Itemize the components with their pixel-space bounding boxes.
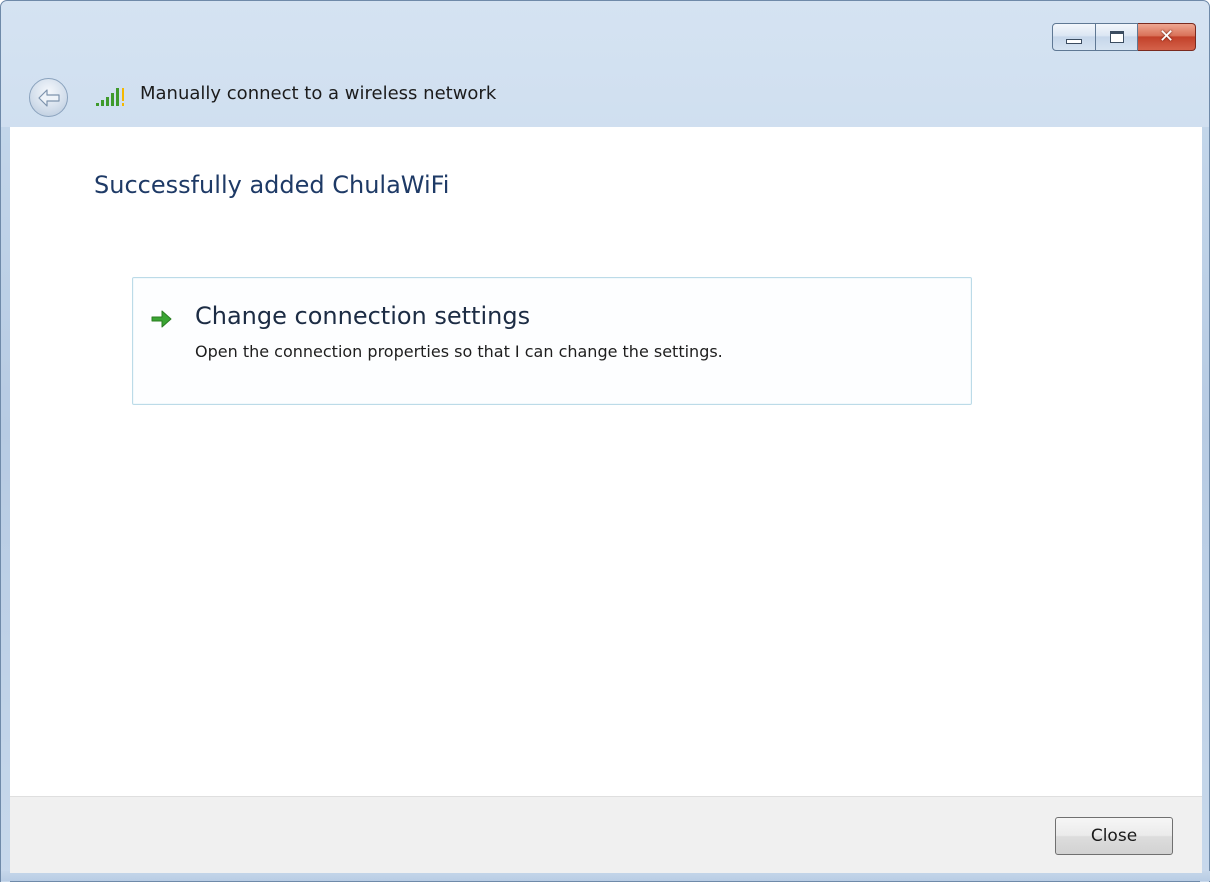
wireless-signal-icon <box>96 88 124 106</box>
back-button[interactable] <box>29 78 68 117</box>
window-close-button[interactable]: ✕ <box>1138 23 1196 51</box>
change-connection-settings-link[interactable]: Change connection settings Open the conn… <box>132 277 972 405</box>
minimize-icon <box>1066 38 1082 44</box>
window-title: Manually connect to a wireless network <box>140 83 497 104</box>
dialog-window: ✕ Manually connect to a wireless network… <box>0 0 1210 882</box>
window-frame-left <box>1 127 10 882</box>
command-link-title: Change connection settings <box>195 302 531 330</box>
maximize-button[interactable] <box>1096 23 1138 51</box>
minimize-button[interactable] <box>1052 23 1096 51</box>
back-arrow-icon <box>37 88 60 107</box>
maximize-icon <box>1109 31 1124 43</box>
content-area: Successfully added ChulaWiFi Change conn… <box>10 127 1202 796</box>
page-heading: Successfully added ChulaWiFi <box>94 171 450 199</box>
green-arrow-icon <box>151 310 172 328</box>
close-button[interactable]: Close <box>1055 817 1173 855</box>
close-icon: ✕ <box>1158 26 1175 47</box>
dialog-footer: Close <box>10 796 1202 873</box>
caption-buttons: ✕ <box>1052 23 1196 51</box>
command-link-description: Open the connection properties so that I… <box>195 342 723 361</box>
